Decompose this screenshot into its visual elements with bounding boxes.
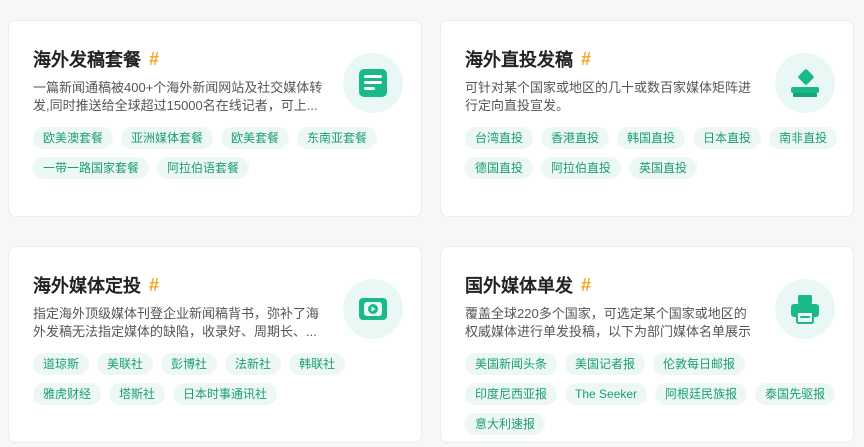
hash-icon: # bbox=[149, 48, 160, 69]
tag[interactable]: 美国新闻头条 bbox=[465, 353, 558, 375]
tag[interactable]: 塔斯社 bbox=[109, 383, 166, 405]
tag-list: 道琼斯 美联社 彭博社 法新社 韩联社 雅虎财经 塔斯社 日本时事通讯社 bbox=[33, 353, 413, 405]
tag[interactable]: 伦敦每日邮报 bbox=[653, 353, 746, 375]
tag[interactable]: 泰国先驱报 bbox=[755, 383, 836, 405]
tag[interactable]: 美联社 bbox=[97, 353, 154, 375]
tag[interactable]: The Seeker bbox=[565, 383, 648, 405]
tag[interactable]: 道琼斯 bbox=[33, 353, 90, 375]
tag[interactable]: 台湾直投 bbox=[465, 127, 534, 149]
tag[interactable]: 意大利速报 bbox=[465, 413, 546, 435]
tag[interactable]: 美国记者报 bbox=[565, 353, 646, 375]
card-foreign-media-single[interactable]: 国外媒体单发 # 覆盖全球220多个国家，可选定某个国家或地区的权威媒体进行单发… bbox=[440, 246, 854, 443]
tag[interactable]: 阿拉伯直投 bbox=[541, 157, 622, 179]
tag[interactable]: 韩国直投 bbox=[617, 127, 686, 149]
tag[interactable]: 南非直投 bbox=[769, 127, 838, 149]
card-title: 海外媒体定投 # bbox=[33, 272, 159, 298]
ballot-box-icon bbox=[775, 53, 835, 113]
card-title: 海外直投发稿 # bbox=[465, 46, 591, 72]
tag-list: 美国新闻头条 美国记者报 伦敦每日邮报 印度尼西亚报 The Seeker 阿根… bbox=[465, 353, 845, 435]
tag[interactable]: 彭博社 bbox=[161, 353, 218, 375]
card-title-text: 海外媒体定投 bbox=[33, 276, 141, 296]
tag[interactable]: 印度尼西亚报 bbox=[465, 383, 558, 405]
video-screen-icon bbox=[343, 279, 403, 339]
card-description: 可针对某个国家或地区的几十或数百家媒体矩阵进行定向直投宣发。 bbox=[465, 80, 752, 113]
card-title-text: 海外直投发稿 bbox=[465, 50, 573, 70]
tag[interactable]: 德国直投 bbox=[465, 157, 534, 179]
card-description: 覆盖全球220多个国家，可选定某个国家或地区的权威媒体进行单发投稿，以下为部门媒… bbox=[465, 306, 752, 339]
card-title: 海外发稿套餐 # bbox=[33, 46, 159, 72]
card-description: 一篇新闻通稿被400+个海外新闻网站及社交媒体转发,同时推送给全球超过15000… bbox=[33, 80, 323, 113]
tag[interactable]: 阿拉伯语套餐 bbox=[157, 157, 250, 179]
tag[interactable]: 香港直投 bbox=[541, 127, 610, 149]
tag[interactable]: 韩联社 bbox=[289, 353, 346, 375]
card-title-text: 海外发稿套餐 bbox=[33, 50, 141, 70]
card-overseas-package[interactable]: 海外发稿套餐 # 一篇新闻通稿被400+个海外新闻网站及社交媒体转发,同时推送给… bbox=[8, 20, 422, 217]
newspaper-package-icon bbox=[343, 53, 403, 113]
tag[interactable]: 雅虎财经 bbox=[33, 383, 102, 405]
tag[interactable]: 阿根廷民族报 bbox=[655, 383, 748, 405]
tag[interactable]: 欧美套餐 bbox=[221, 127, 290, 149]
tag[interactable]: 法新社 bbox=[225, 353, 282, 375]
card-title-text: 国外媒体单发 bbox=[465, 276, 573, 296]
tag[interactable]: 东南亚套餐 bbox=[297, 127, 378, 149]
card-title: 国外媒体单发 # bbox=[465, 272, 591, 298]
tag[interactable]: 英国直投 bbox=[629, 157, 698, 179]
tag[interactable]: 欧美澳套餐 bbox=[33, 127, 114, 149]
hash-icon: # bbox=[581, 48, 592, 69]
tag[interactable]: 日本时事通讯社 bbox=[173, 383, 278, 405]
tag-list: 欧美澳套餐 亚洲媒体套餐 欧美套餐 东南亚套餐 一带一路国家套餐 阿拉伯语套餐 bbox=[33, 127, 413, 179]
tag-list: 台湾直投 香港直投 韩国直投 日本直投 南非直投 德国直投 阿拉伯直投 英国直投 bbox=[465, 127, 845, 179]
card-description: 指定海外顶级媒体刊登企业新闻稿背书，弥补了海外发稿无法指定媒体的缺陷，收录好、周… bbox=[33, 306, 320, 339]
printer-icon bbox=[775, 279, 835, 339]
hash-icon: # bbox=[149, 274, 160, 295]
tag[interactable]: 亚洲媒体套餐 bbox=[121, 127, 214, 149]
card-overseas-media-targeted[interactable]: 海外媒体定投 # 指定海外顶级媒体刊登企业新闻稿背书，弥补了海外发稿无法指定媒体… bbox=[8, 246, 422, 443]
tag[interactable]: 日本直投 bbox=[693, 127, 762, 149]
hash-icon: # bbox=[581, 274, 592, 295]
tag[interactable]: 一带一路国家套餐 bbox=[33, 157, 150, 179]
card-overseas-direct[interactable]: 海外直投发稿 # 可针对某个国家或地区的几十或数百家媒体矩阵进行定向直投宣发。 … bbox=[440, 20, 854, 217]
